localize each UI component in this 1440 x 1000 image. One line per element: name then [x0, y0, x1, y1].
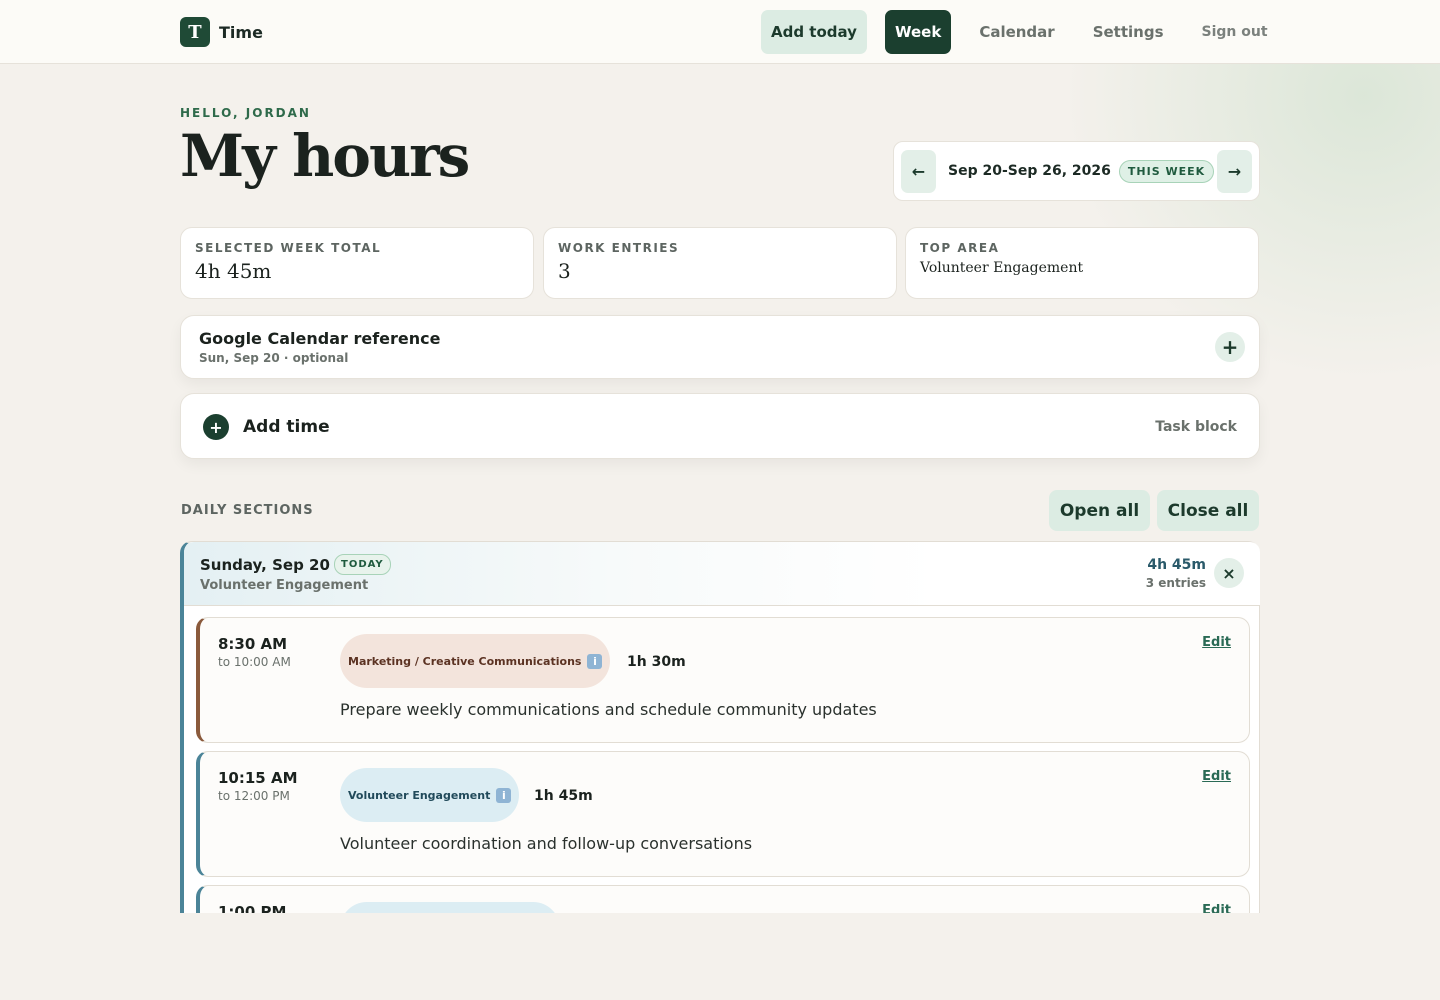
day-entry-count: 3 entries [1145, 576, 1206, 590]
info-icon[interactable]: i [496, 787, 512, 803]
week-picker: ← Sep 20-Sep 26, 2026 THIS WEEK → [893, 141, 1260, 201]
greeting: HELLO, JORDAN [180, 106, 311, 120]
day-card: Sunday, Sep 20 TODAY Volunteer Engagemen… [180, 541, 1260, 913]
entry-duration: 1h 45m [534, 788, 593, 804]
entry-description: Volunteer coordination and follow-up con… [340, 834, 753, 853]
stat-label: TOP AREA [920, 241, 1000, 255]
add-today-button[interactable]: Add today [761, 10, 867, 54]
day-area: Volunteer Engagement [200, 578, 369, 593]
add-time-label: Add time [243, 417, 330, 437]
entry-area-label: Marketing / Creative Communications [348, 654, 582, 668]
close-all-button[interactable]: Close all [1157, 490, 1259, 531]
nav-week[interactable]: Week [884, 10, 952, 54]
calendar-reference-card: Google Calendar reference Sun, Sep 20 · … [180, 315, 1260, 379]
entry-end-time: to 10:00 AM [218, 655, 291, 669]
top-bar: T Time Add today Week Calendar Settings … [0, 0, 1440, 64]
brand[interactable]: T Time [180, 17, 263, 47]
stat-top-area: TOP AREA Volunteer Engagement [905, 227, 1259, 299]
day-header[interactable]: Sunday, Sep 20 TODAY Volunteer Engagemen… [184, 542, 1260, 606]
entry-area-tag[interactable]: Marketing / Creative Communications i [340, 634, 611, 688]
this-week-badge: THIS WEEK [1118, 159, 1215, 183]
sign-out-button[interactable]: Sign out [1192, 10, 1278, 54]
edit-entry-link[interactable]: Edit [1202, 635, 1231, 650]
daily-sections-label: DAILY SECTIONS [181, 503, 314, 518]
close-icon[interactable]: × [1214, 558, 1244, 588]
entry-start-time: 10:15 AM [218, 769, 298, 787]
entry-area-tag[interactable] [340, 902, 560, 913]
previous-week-button[interactable]: ← [901, 149, 936, 193]
stat-value: Volunteer Engagement [920, 260, 1084, 276]
stat-value: 4h 45m [195, 259, 272, 283]
stat-label: SELECTED WEEK TOTAL [195, 241, 382, 255]
day-list: Sunday, Sep 20 TODAY Volunteer Engagemen… [180, 541, 1260, 913]
day-total: 4h 45m [1147, 557, 1206, 573]
stat-work-entries: WORK ENTRIES 3 [543, 227, 897, 299]
nav-settings[interactable]: Settings [1083, 10, 1174, 54]
plus-icon: + [203, 414, 229, 440]
stat-week-total: SELECTED WEEK TOTAL 4h 45m [180, 227, 534, 299]
entry-area-label: Volunteer Engagement [348, 788, 491, 802]
day-title: Sunday, Sep 20 [200, 556, 330, 574]
entry-description: Prepare weekly communications and schedu… [340, 700, 877, 719]
open-all-button[interactable]: Open all [1049, 490, 1150, 531]
entry-area-tag[interactable]: Volunteer Engagement i [340, 768, 520, 822]
page-title: My hours [180, 122, 470, 190]
entry-mode-label: Task block [1155, 419, 1237, 435]
main-nav: Add today Week Calendar Settings Sign ou… [761, 10, 1278, 54]
today-badge: TODAY [334, 554, 391, 575]
calendar-reference-title: Google Calendar reference [199, 329, 441, 348]
app-name: Time [219, 22, 263, 42]
stat-value: 3 [558, 259, 571, 283]
next-week-button[interactable]: → [1217, 149, 1252, 193]
calendar-reference-subtitle: Sun, Sep 20 · optional [199, 351, 349, 365]
time-entry: 8:30 AM to 10:00 AM Marketing / Creative… [196, 617, 1250, 743]
app-logo: T [180, 17, 210, 47]
time-entry: 10:15 AM to 12:00 PM Volunteer Engagemen… [196, 751, 1250, 877]
entry-duration: 1h 30m [627, 654, 686, 670]
nav-calendar[interactable]: Calendar [969, 10, 1064, 54]
add-time-button[interactable]: + Add time Task block [180, 393, 1260, 459]
entry-start-time: 1:00 PM [218, 903, 287, 913]
time-entry: 1:00 PM Edit [196, 885, 1250, 913]
edit-entry-link[interactable]: Edit [1202, 903, 1231, 913]
week-range: Sep 20-Sep 26, 2026 [948, 163, 1111, 179]
stat-label: WORK ENTRIES [558, 241, 680, 255]
edit-entry-link[interactable]: Edit [1202, 769, 1231, 784]
expand-calendar-reference-button[interactable]: + [1215, 332, 1245, 362]
entry-end-time: to 12:00 PM [218, 789, 290, 803]
info-icon[interactable]: i [587, 653, 603, 669]
entry-start-time: 8:30 AM [218, 635, 288, 653]
